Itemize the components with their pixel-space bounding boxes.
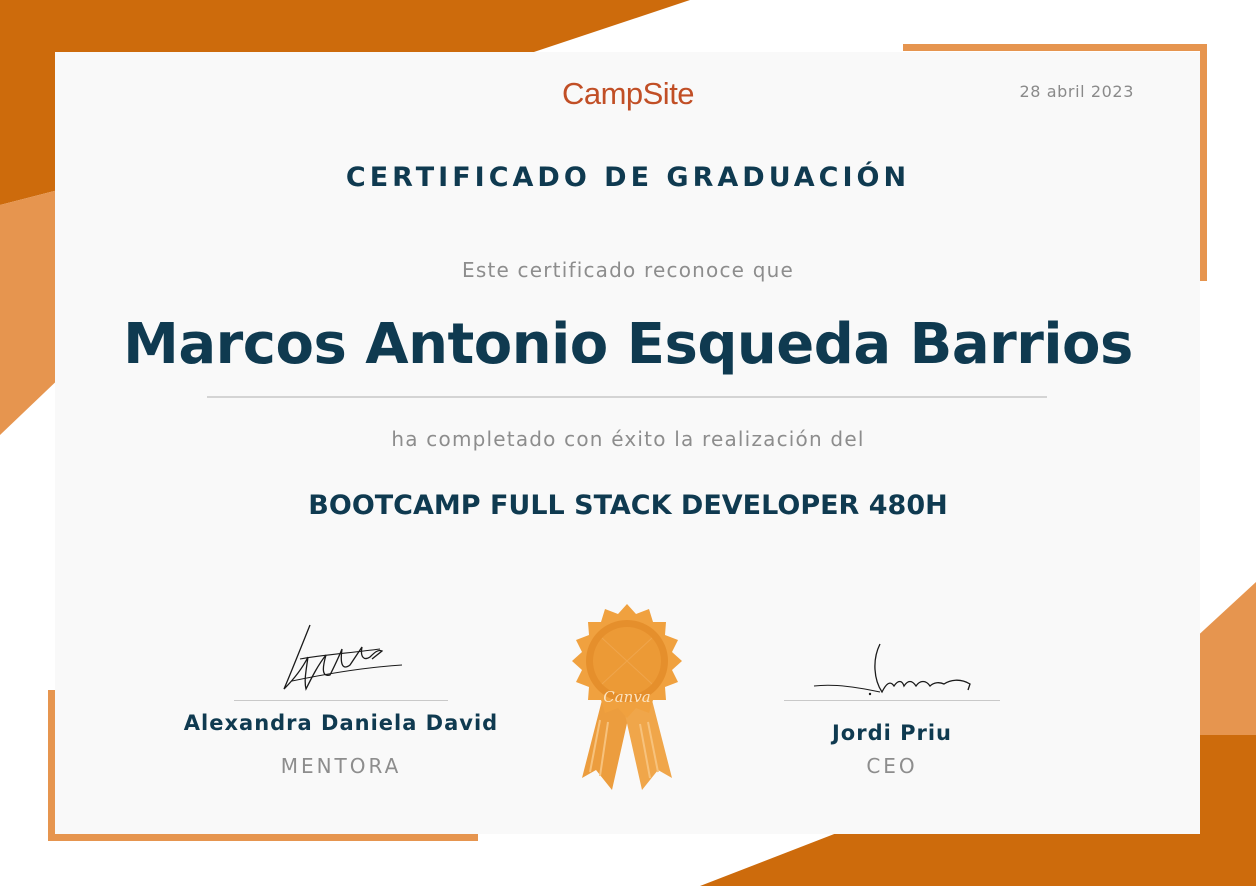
mentor-signature (283, 624, 403, 691)
award-ribbon-badge: Canva (572, 604, 682, 790)
frame-accent-top (903, 44, 1207, 51)
ceo-name: Jordi Priu (831, 721, 953, 745)
mentor-name: Alexandra Daniela David (183, 711, 499, 735)
course-name: BOOTCAMP FULL STACK DEVELOPER 480H (308, 490, 948, 521)
frame-accent-bottom (48, 834, 478, 841)
intro-text: Este certificado reconoce que (462, 258, 794, 282)
mentor-role: MENTORA (280, 754, 402, 778)
certificate-date: 28 abril 2023 (1019, 82, 1134, 101)
campsite-logo: CampSite (561, 76, 695, 111)
ceo-signature (813, 643, 971, 696)
badge-canva-text: Canva (603, 688, 651, 706)
ceo-signature-line (784, 700, 1000, 701)
recipient-name: Marcos Antonio Esqueda Barrios (123, 312, 1133, 377)
certificate-title: CERTIFICADO DE GRADUACIÓN (345, 162, 911, 193)
ribbon-right (624, 700, 672, 790)
ribbon-left (582, 700, 630, 790)
completed-text: ha completado con éxito la realización d… (391, 427, 865, 451)
frame-accent-left (48, 690, 55, 841)
name-underline (207, 396, 1047, 398)
mentor-signature-line (234, 700, 448, 701)
ceo-role: CEO (866, 754, 918, 778)
